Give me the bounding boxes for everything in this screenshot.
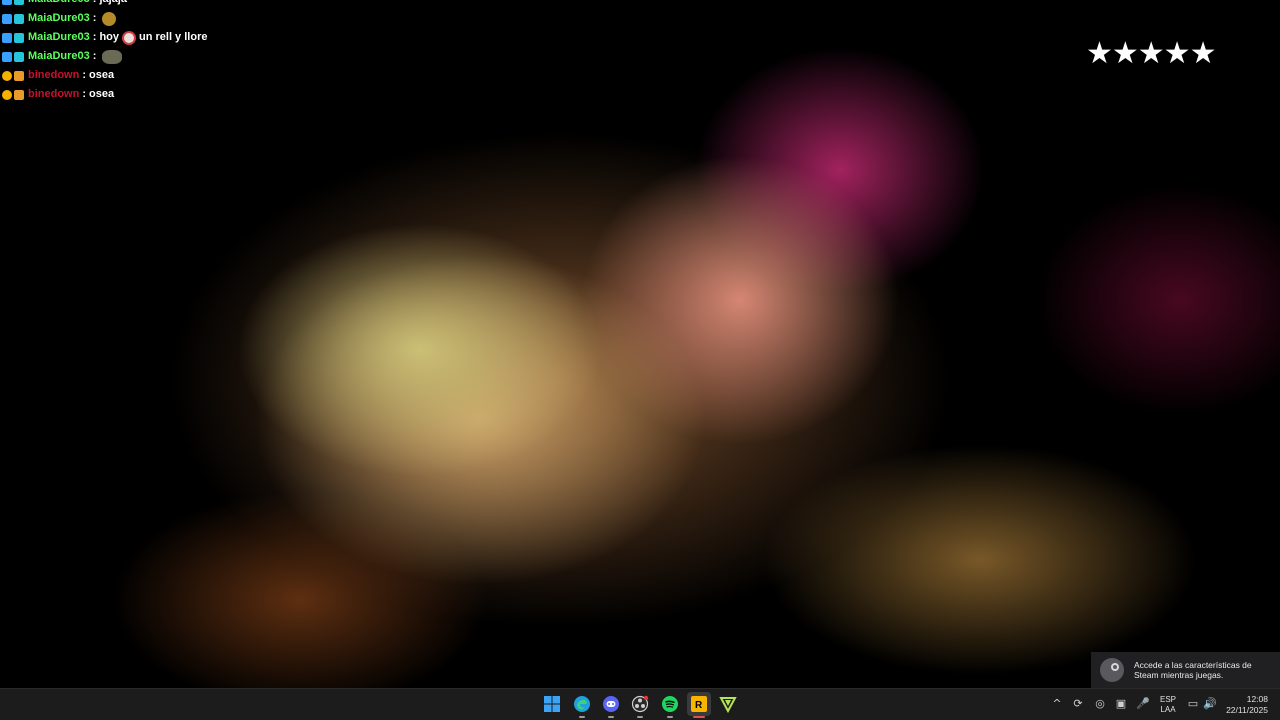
desktop-screen: MaiaDure03 : jajaja MaiaDure03 : MaiaDur… [0, 0, 1280, 720]
running-indicator [667, 716, 673, 718]
clock-date: 22/11/2025 [1226, 705, 1268, 715]
taskbar-app-obs[interactable] [628, 692, 652, 718]
subscriber-badge-icon [14, 32, 24, 43]
keyboard-layout: LAA [1160, 705, 1176, 714]
subscriber-badge-icon [14, 51, 24, 62]
chat-separator: : [82, 69, 86, 81]
pepe-emote-icon [102, 11, 117, 26]
running-indicator [579, 716, 585, 718]
steam-toast-text: Accede a las características de Steam mi… [1134, 660, 1252, 680]
discord-icon [603, 696, 619, 712]
chat-separator: : [92, 50, 97, 62]
chat-username: binedown [28, 88, 80, 100]
language-indicator[interactable]: ESP LAA [1160, 695, 1176, 715]
prime-badge-icon [2, 0, 12, 5]
skull-emote-icon [122, 30, 136, 45]
taskbar-app-spotify[interactable] [658, 692, 682, 718]
chat-message: binedown : osea [2, 85, 207, 104]
gift-badge-icon [14, 89, 24, 100]
clock-time: 12:08 [1246, 694, 1268, 704]
taskbar-app-rockstar[interactable]: R [687, 692, 711, 718]
network-icon[interactable]: ▭ [1186, 697, 1200, 711]
chat-message: MaiaDure03 : hoy un rell y llore [2, 28, 207, 47]
chat-username: MaiaDure03 [28, 12, 90, 24]
chat-message: MaiaDure03 : jajaja [2, 0, 207, 9]
chat-separator: : [93, 0, 97, 9]
chat-text: hoy [99, 31, 119, 43]
chat-message: MaiaDure03 : [2, 47, 207, 66]
steam-notification-toast[interactable]: Accede a las características de Steam mi… [1091, 652, 1280, 688]
running-indicator [608, 716, 614, 718]
chat-message: binedown : osea [2, 66, 207, 85]
steam-icon [1100, 658, 1124, 682]
microphone-icon[interactable]: 🎤 [1136, 697, 1150, 711]
chat-separator: : [92, 12, 97, 24]
nvidia-app-icon [719, 697, 737, 713]
subscriber-badge-icon [14, 0, 24, 5]
chat-username: MaiaDure03 [28, 0, 90, 9]
start-button[interactable] [540, 692, 564, 716]
taskbar: R ^ ⟳ ◎ ▣ 🎤 ESP LAA ▭ 🔊 12:08 22/11/2025 [0, 688, 1280, 720]
chat-separator: : [92, 31, 97, 43]
wallpaper [0, 0, 1280, 720]
spotify-icon [662, 696, 678, 712]
warning-badge-icon [2, 89, 12, 100]
prime-badge-icon [2, 51, 12, 62]
start-menu-icon [544, 696, 560, 712]
taskbar-app-edge[interactable] [570, 692, 594, 718]
chat-text: jajaja [99, 0, 127, 9]
discord-tray-icon[interactable]: ▣ [1114, 697, 1128, 711]
obs-studio-icon [631, 695, 649, 713]
sync-icon[interactable]: ⟳ [1071, 697, 1085, 711]
taskbar-app-discord[interactable] [599, 692, 623, 718]
edge-browser-icon [574, 696, 590, 712]
gift-badge-icon [14, 70, 24, 81]
chat-text: osea [89, 88, 115, 100]
rockstar-launcher-icon: R [691, 696, 707, 712]
chat-separator: : [82, 88, 86, 100]
running-indicator [637, 716, 643, 718]
taskbar-app-nvidia[interactable] [716, 692, 740, 716]
show-hidden-icons-chevron-icon[interactable]: ^ [1050, 697, 1064, 711]
obs-tray-icon[interactable]: ◎ [1093, 697, 1107, 711]
active-indicator [693, 716, 705, 718]
clock[interactable]: 12:08 22/11/2025 [1224, 694, 1268, 716]
volume-icon[interactable]: 🔊 [1203, 697, 1217, 711]
language-code: ESP [1160, 695, 1177, 704]
chat-text: osea [89, 69, 115, 81]
chat-message: MaiaDure03 : [2, 9, 207, 28]
warning-badge-icon [2, 70, 12, 81]
chat-username: binedown [28, 69, 80, 81]
subscriber-badge-icon [14, 13, 24, 24]
stream-chat-overlay: MaiaDure03 : jajaja MaiaDure03 : MaiaDur… [2, 0, 207, 104]
prime-badge-icon [2, 13, 12, 24]
chat-username: MaiaDure03 [28, 31, 90, 43]
star-rating: ★★★★★ [1086, 36, 1216, 71]
svg-text:R: R [695, 700, 703, 711]
turtle-emote-icon [102, 49, 123, 64]
chat-text: un rell y llore [139, 31, 208, 43]
chat-username: MaiaDure03 [28, 50, 90, 62]
prime-badge-icon [2, 32, 12, 43]
